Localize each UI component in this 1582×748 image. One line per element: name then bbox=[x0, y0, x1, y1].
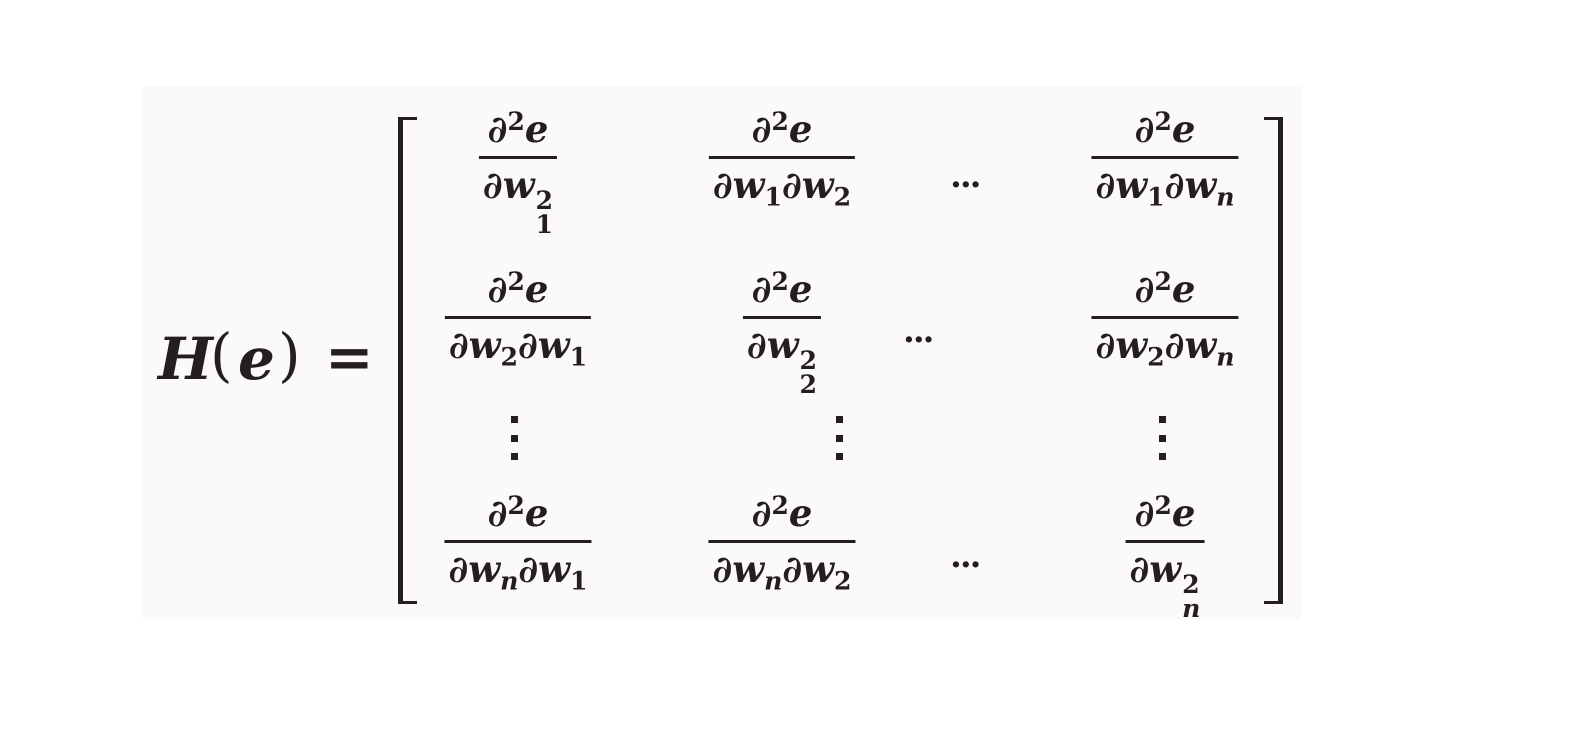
numerator: ∂2e bbox=[1134, 105, 1196, 151]
row4-hdots: ··· bbox=[950, 545, 981, 585]
cell-r2c1: ∂2e ∂w2∂w1 bbox=[444, 265, 592, 369]
cell-r1c4: ∂2e ∂w1∂wn bbox=[1091, 105, 1239, 209]
numerator: ∂2e bbox=[751, 265, 813, 311]
cell-r2c2: ∂2e ∂w 2 2 bbox=[742, 265, 822, 397]
row2-hdots: ··· bbox=[903, 320, 934, 360]
cell-r1c1: ∂2e ∂w 2 1 bbox=[478, 105, 558, 237]
row1-hdots: ··· bbox=[950, 165, 981, 205]
numerator: ∂2e bbox=[1134, 489, 1196, 535]
numerator: ∂2e bbox=[751, 105, 813, 151]
denominator: ∂w1∂w2 bbox=[708, 155, 856, 209]
col4-vdots bbox=[1158, 416, 1166, 460]
cell-r4c1: ∂2e ∂wn∂w1 bbox=[444, 489, 592, 593]
col1-vdots bbox=[510, 416, 518, 460]
equals-sign: = bbox=[325, 323, 374, 391]
denominator: ∂w 2 2 bbox=[742, 315, 822, 397]
denominator: ∂wn∂w1 bbox=[444, 539, 592, 593]
cell-r1c2: ∂2e ∂w1∂w2 bbox=[708, 105, 856, 209]
cell-r4c2: ∂2e ∂wn∂w2 bbox=[708, 489, 856, 593]
cell-r2c4: ∂2e ∂w2∂wn bbox=[1091, 265, 1239, 369]
open-paren: ( bbox=[210, 321, 233, 389]
denominator: ∂w 2 n bbox=[1125, 539, 1205, 621]
denominator: ∂w 2 1 bbox=[478, 155, 558, 237]
numerator: ∂2e bbox=[487, 105, 549, 151]
matrix-left-bracket bbox=[398, 117, 417, 604]
col2-vdots bbox=[835, 416, 843, 460]
numerator: ∂2e bbox=[751, 489, 813, 535]
close-paren: ) bbox=[278, 321, 301, 389]
denominator: ∂wn∂w2 bbox=[708, 539, 856, 593]
hessian-symbol: H bbox=[158, 325, 213, 393]
numerator: ∂2e bbox=[487, 489, 549, 535]
cell-r4c4: ∂2e ∂w 2 n bbox=[1125, 489, 1205, 621]
denominator: ∂w2∂wn bbox=[1091, 315, 1239, 369]
denominator: ∂w1∂wn bbox=[1091, 155, 1239, 209]
denominator: ∂w2∂w1 bbox=[444, 315, 592, 369]
matrix-right-bracket bbox=[1264, 117, 1283, 604]
hessian-argument: e bbox=[238, 325, 275, 393]
numerator: ∂2e bbox=[487, 265, 549, 311]
numerator: ∂2e bbox=[1134, 265, 1196, 311]
